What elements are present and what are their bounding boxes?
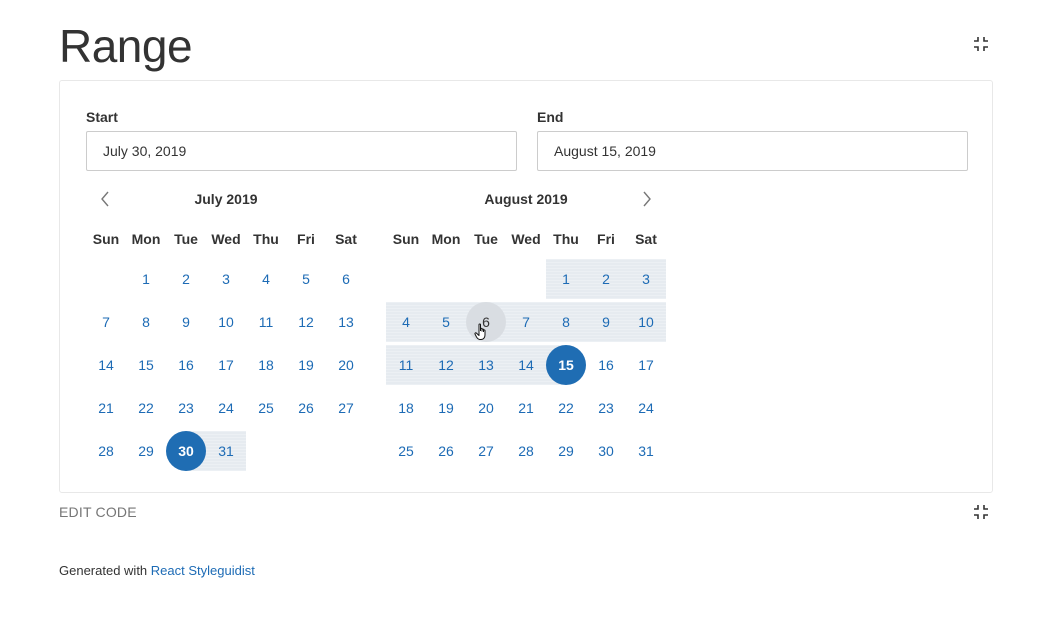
- calendar-day[interactable]: 12: [286, 302, 326, 342]
- weekday-label: Tue: [474, 231, 498, 247]
- collapse-icon[interactable]: [973, 36, 989, 52]
- weekday-label: Mon: [431, 231, 461, 247]
- calendar-day[interactable]: 21: [506, 388, 546, 428]
- calendar-day[interactable]: 12: [426, 345, 466, 385]
- end-label: End: [537, 109, 564, 125]
- calendar-day[interactable]: 26: [426, 431, 466, 471]
- calendar-day[interactable]: 27: [466, 431, 506, 471]
- calendar-day[interactable]: 4: [246, 259, 286, 299]
- calendar-day[interactable]: 3: [626, 259, 666, 299]
- styleguidist-link[interactable]: React Styleguidist: [151, 563, 255, 578]
- calendar-day[interactable]: 10: [626, 302, 666, 342]
- month-title: August 2019: [484, 191, 568, 207]
- weekday-label: Sat: [635, 231, 657, 247]
- calendar-day[interactable]: 1: [546, 259, 586, 299]
- weekday-label: Tue: [174, 231, 198, 247]
- calendar-day[interactable]: 3: [206, 259, 246, 299]
- weekday-label: Fri: [597, 231, 615, 247]
- calendar-day[interactable]: 14: [86, 345, 126, 385]
- calendar-day[interactable]: 17: [626, 345, 666, 385]
- calendar-day[interactable]: 28: [86, 431, 126, 471]
- weekday-label: Sun: [392, 231, 420, 247]
- calendar-day[interactable]: 28: [506, 431, 546, 471]
- calendar-day[interactable]: 5: [286, 259, 326, 299]
- calendar-day[interactable]: 29: [546, 431, 586, 471]
- calendar-day[interactable]: 23: [586, 388, 626, 428]
- example-preview: Start End July 2019 Sun Mon Tue Wed Thu Fri Sat…: [59, 80, 993, 493]
- calendar-day[interactable]: 16: [586, 345, 626, 385]
- calendar-day[interactable]: 5: [426, 302, 466, 342]
- weekday-label: Sat: [335, 231, 357, 247]
- start-date-input[interactable]: [86, 131, 517, 171]
- edit-code-button[interactable]: EDIT CODE: [59, 504, 137, 520]
- weekday-label: Thu: [553, 231, 579, 247]
- calendar-day[interactable]: 10: [206, 302, 246, 342]
- collapse-icon[interactable]: [973, 504, 989, 520]
- calendar-day[interactable]: 15: [126, 345, 166, 385]
- calendar-day[interactable]: 31: [626, 431, 666, 471]
- weekday-label: Fri: [297, 231, 315, 247]
- weekday-label: Wed: [511, 231, 541, 247]
- calendar-day[interactable]: 7: [506, 302, 546, 342]
- calendar-day[interactable]: 20: [466, 388, 506, 428]
- calendar-day[interactable]: 29: [126, 431, 166, 471]
- calendar-day[interactable]: 27: [326, 388, 366, 428]
- calendar-day[interactable]: 14: [506, 345, 546, 385]
- calendar-day[interactable]: 16: [166, 345, 206, 385]
- calendar-day[interactable]: 8: [126, 302, 166, 342]
- footer-text: Generated with: [59, 563, 151, 578]
- calendar-day[interactable]: 22: [126, 388, 166, 428]
- calendar-day[interactable]: 9: [586, 302, 626, 342]
- calendar-day[interactable]: 26: [286, 388, 326, 428]
- calendar-day[interactable]: 23: [166, 388, 206, 428]
- calendar-day[interactable]: 25: [246, 388, 286, 428]
- calendar-day[interactable]: 11: [386, 345, 426, 385]
- calendar-day[interactable]: 30: [586, 431, 626, 471]
- calendar-day[interactable]: 18: [246, 345, 286, 385]
- weekday-label: Sun: [92, 231, 120, 247]
- calendar-day[interactable]: 24: [206, 388, 246, 428]
- start-label: Start: [86, 109, 118, 125]
- calendar-day[interactable]: 11: [246, 302, 286, 342]
- footer: Generated with React Styleguidist: [59, 563, 255, 578]
- hand-pointer-icon: [474, 323, 486, 340]
- calendar-day[interactable]: 1: [126, 259, 166, 299]
- range-start-day[interactable]: 30: [166, 431, 206, 471]
- page-title: Range: [59, 20, 193, 72]
- calendar-day[interactable]: 6: [326, 259, 366, 299]
- calendar-day[interactable]: 19: [426, 388, 466, 428]
- calendar-day[interactable]: 13: [466, 345, 506, 385]
- calendar-day[interactable]: 13: [326, 302, 366, 342]
- calendar-day[interactable]: 24: [626, 388, 666, 428]
- calendar-day[interactable]: 2: [586, 259, 626, 299]
- calendar-day[interactable]: 17: [206, 345, 246, 385]
- calendar-day[interactable]: 7: [86, 302, 126, 342]
- month-title: July 2019: [194, 191, 258, 207]
- calendar-day[interactable]: 21: [86, 388, 126, 428]
- calendar-day[interactable]: 8: [546, 302, 586, 342]
- calendar-day[interactable]: 25: [386, 431, 426, 471]
- calendar-day[interactable]: 31: [206, 431, 246, 471]
- calendar-day[interactable]: 4: [386, 302, 426, 342]
- calendar-day[interactable]: 19: [286, 345, 326, 385]
- end-date-input[interactable]: [537, 131, 968, 171]
- weekday-label: Thu: [253, 231, 279, 247]
- weekday-label: Mon: [131, 231, 161, 247]
- calendar-day[interactable]: 18: [386, 388, 426, 428]
- weekday-label: Wed: [211, 231, 241, 247]
- calendar-day[interactable]: 2: [166, 259, 206, 299]
- calendar-day[interactable]: 9: [166, 302, 206, 342]
- range-end-day[interactable]: 15: [546, 345, 586, 385]
- calendar-day[interactable]: 20: [326, 345, 366, 385]
- calendar-day[interactable]: 22: [546, 388, 586, 428]
